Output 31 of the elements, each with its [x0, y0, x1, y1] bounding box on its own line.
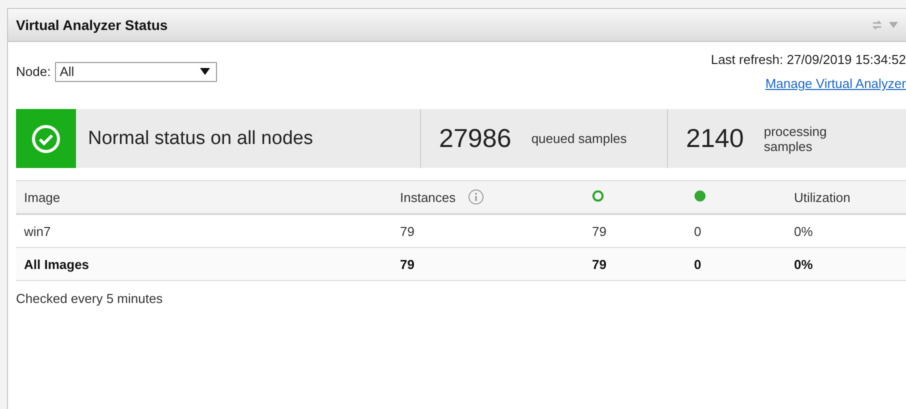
table-cell: 0 [694, 256, 702, 272]
table-cell: 79 [592, 224, 606, 238]
window-title: Virtual Analyzer Status [16, 17, 168, 33]
status-message: Normal status on all nodes [88, 128, 313, 150]
caret-icon [200, 68, 210, 75]
table-cell: win7 [24, 224, 51, 238]
counter-label: processing samples [764, 124, 828, 154]
footer-note: Checked every 5 minutes [15, 290, 164, 306]
filled-circle-icon [694, 190, 706, 202]
node-dropdown[interactable]: All [54, 62, 217, 82]
table-cell: 0% [794, 224, 813, 238]
counter-value: 27986 [439, 123, 512, 154]
refresh-icon[interactable] [871, 19, 883, 31]
table-cell: 0% [794, 256, 813, 272]
column-header: Image [24, 190, 60, 204]
counter-value: 2140 [686, 123, 744, 154]
table-cell: All Images [24, 256, 90, 272]
open-circle-icon [592, 190, 604, 202]
counter-label: queued samples [531, 131, 627, 146]
column-header: Utilization [794, 190, 850, 204]
node-label: Node: [16, 64, 51, 79]
last-refresh: Last refresh: 27/09/2019 15:34:52 [710, 52, 906, 67]
manage-link[interactable]: Manage Virtual Analyzer [765, 76, 906, 91]
info-icon[interactable] [468, 189, 484, 205]
table-cell: 79 [400, 256, 414, 272]
caret-icon[interactable] [889, 22, 898, 28]
table-cell: 79 [400, 224, 414, 238]
column-header: Instances [400, 190, 456, 204]
check-circle-icon [31, 124, 61, 154]
table-cell: 79 [592, 256, 606, 272]
table-cell: 0 [694, 224, 702, 238]
